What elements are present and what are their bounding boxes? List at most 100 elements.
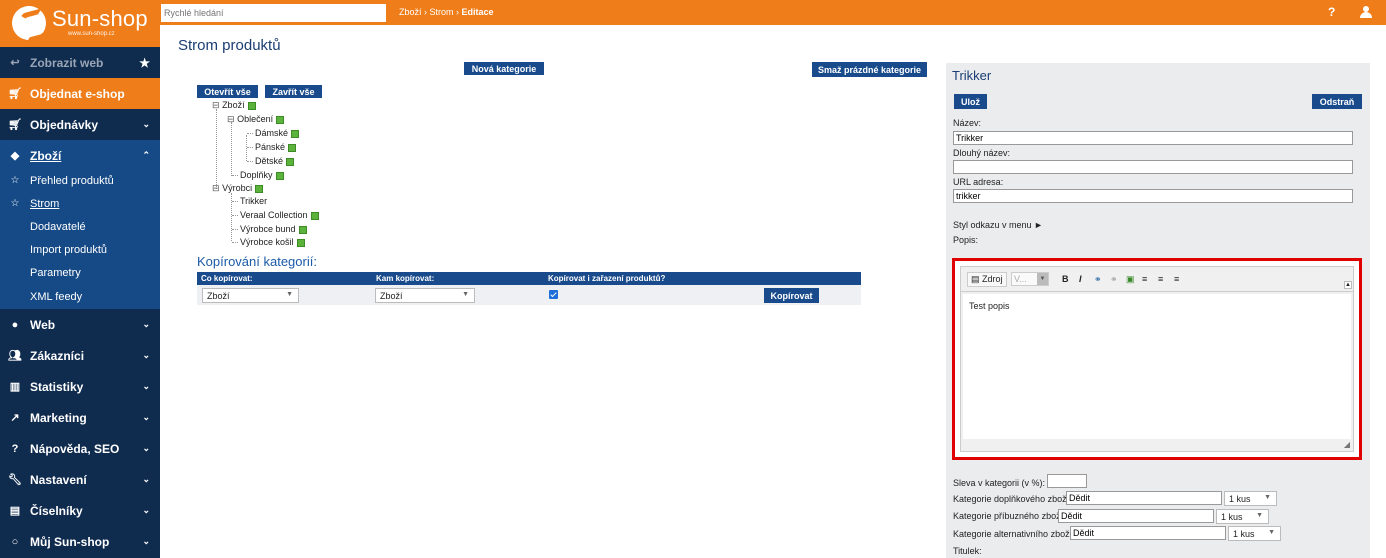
edit-icon[interactable]	[247, 101, 256, 110]
editor-content[interactable]: Test popis	[963, 294, 1351, 439]
sidebar-item-muj-sun-shop[interactable]: ○ Můj Sun-shop ⌄	[0, 526, 160, 557]
edit-icon[interactable]	[291, 129, 300, 138]
sidebar-item-statistiky[interactable]: ▥ Statistiky ⌄	[0, 371, 160, 402]
breadcrumb-strom[interactable]: Strom	[430, 7, 454, 17]
open-all-button[interactable]: Otevřít vše	[197, 85, 258, 98]
tree-item-vyrobce-bund[interactable]: Výrobce bund	[240, 224, 307, 234]
alternative-qty-select[interactable]: 1 kus ▼	[1228, 526, 1281, 541]
save-button[interactable]: Ulož	[954, 94, 987, 109]
related-qty-select[interactable]: 1 kus ▼	[1216, 509, 1269, 524]
sidebar-item-objednavky[interactable]: 🛒︎ Objednávky ⌄	[0, 109, 160, 140]
accessory-category-field[interactable]	[1066, 491, 1222, 505]
collapse-icon[interactable]: ⊟	[212, 100, 220, 110]
copy-button[interactable]: Kopírovat	[764, 288, 819, 303]
chevron-down-icon: ⌄	[142, 474, 150, 484]
close-all-button[interactable]: Zavřít vše	[265, 85, 322, 98]
tree-item-obleceni[interactable]: ⊟ Oblečení	[227, 114, 285, 125]
submenu-prehled-produktu[interactable]: ☆ Přehled produktů	[0, 169, 160, 192]
related-category-field[interactable]	[1058, 509, 1214, 523]
edit-icon[interactable]	[296, 238, 305, 247]
sidebar-item-marketing[interactable]: ↗ Marketing ⌄	[0, 402, 160, 433]
resize-handle-icon[interactable]: ◢	[1344, 440, 1350, 449]
tree-item-trikker[interactable]: Trikker	[240, 196, 267, 206]
long-name-field[interactable]	[953, 160, 1353, 174]
users-icon: 👥︎	[8, 350, 22, 362]
tree-item-detske[interactable]: Dětské	[255, 156, 295, 166]
quick-search-input[interactable]	[161, 4, 386, 22]
delete-empty-categories-button[interactable]: Smaž prázdné kategorie	[812, 62, 927, 77]
bold-button[interactable]: B	[1062, 274, 1069, 284]
edit-icon[interactable]	[288, 143, 297, 152]
cart-icon: 🛒︎	[8, 88, 22, 100]
sidebar-item-web[interactable]: ● Web ⌄	[0, 309, 160, 340]
copy-from-select[interactable]: Zboží ▼	[202, 288, 299, 303]
collapse-icon[interactable]: ⊟	[227, 114, 235, 124]
breadcrumb-zbozi[interactable]: Zboží	[399, 7, 422, 17]
tree-item-vyrobce-kosil[interactable]: Výrobce košil	[240, 237, 305, 247]
edit-icon[interactable]	[298, 225, 307, 234]
submenu-xml-feedy[interactable]: XML feedy	[0, 284, 160, 309]
page-title: Strom produktů	[178, 37, 281, 54]
col-include: Kopírovat i zařazení produktů?	[548, 274, 666, 283]
sidebar-item-nastaveni[interactable]: 🔧︎ Nastavení ⌄	[0, 464, 160, 495]
rich-text-editor: ▤ Zdroj V... ▼ B I ⚭ ⚭ ▣ ≡ ≡ ≡ ▲ Test pop…	[960, 266, 1354, 452]
sidebar-item-napoveda-seo[interactable]: ? Nápověda, SEO ⌄	[0, 433, 160, 464]
url-field[interactable]	[953, 189, 1353, 203]
copy-section-title: Kopírování kategorií:	[197, 254, 317, 269]
tree-item-zbozi[interactable]: ⊟ Zboží	[212, 100, 256, 111]
name-field[interactable]	[953, 131, 1353, 145]
chevron-down-icon: ⌄	[142, 319, 150, 329]
long-name-label: Dlouhý název:	[953, 148, 1011, 158]
tree-item-panske[interactable]: Pánské	[255, 142, 297, 152]
sidebar-item-zbozi[interactable]: ◆ Zboží ⌃	[0, 140, 160, 171]
style-select[interactable]: V... ▼	[1011, 272, 1049, 286]
sidebar-item-zobrazit-web[interactable]: ↩ Zobrazit web ★	[0, 47, 160, 78]
tree-item-vyrobci[interactable]: ⊟ Výrobci	[212, 183, 264, 194]
collapse-toolbar-icon[interactable]: ▲	[1344, 281, 1352, 289]
copy-to-select[interactable]: Zboží ▼	[375, 288, 475, 303]
accessory-qty-select[interactable]: 1 kus ▼	[1224, 491, 1277, 506]
align-left-icon[interactable]: ≡	[1142, 274, 1147, 284]
image-icon[interactable]: ▣	[1126, 274, 1135, 285]
globe-icon: ●	[11, 318, 19, 331]
link-icon[interactable]: ⚭	[1094, 274, 1102, 285]
unlink-icon[interactable]: ⚭	[1110, 274, 1118, 285]
tree-item-veraal-collection[interactable]: Veraal Collection	[240, 210, 319, 220]
source-button[interactable]: ▤ Zdroj	[967, 272, 1007, 287]
breadcrumb: Zboží › Strom › Editace	[399, 7, 494, 17]
submenu-parametry[interactable]: Parametry	[0, 261, 160, 284]
submenu-dodavatele[interactable]: Dodavatelé	[0, 215, 160, 238]
line-chart-icon: ↗	[10, 412, 20, 424]
edit-icon[interactable]	[275, 171, 284, 180]
sidebar-item-ciselniky[interactable]: ▤ Číselníky ⌄	[0, 495, 160, 526]
delete-button[interactable]: Odstraň	[1312, 94, 1362, 109]
sun-shop-logo-icon	[8, 2, 50, 44]
italic-button[interactable]: I	[1079, 274, 1082, 284]
sidebar-item-objednat-eshop[interactable]: 🛒︎ Objednat e-shop	[0, 78, 160, 109]
align-right-icon[interactable]: ≡	[1174, 274, 1179, 284]
link-style-toggle[interactable]: Styl odkazu v menu ►	[953, 220, 1043, 230]
copy-include-checkbox[interactable]	[549, 290, 558, 299]
submenu-import-produktu[interactable]: Import produktů	[0, 238, 160, 261]
edit-icon[interactable]	[276, 115, 285, 124]
dropdown-arrow-icon: ▼	[1264, 494, 1271, 501]
collapse-icon[interactable]: ⊟	[212, 183, 220, 193]
align-center-icon[interactable]: ≡	[1158, 274, 1163, 284]
edit-icon[interactable]	[310, 211, 319, 220]
logo[interactable]: Sun-shop www.sun-shop.cz	[0, 0, 160, 47]
edit-icon[interactable]	[255, 184, 264, 193]
help-icon[interactable]: ?	[1328, 5, 1335, 19]
related-category-label: Kategorie příbuzného zboží:	[953, 511, 1066, 521]
edit-icon[interactable]	[286, 157, 295, 166]
submenu-strom[interactable]: ☆ Strom	[0, 192, 160, 215]
new-category-button[interactable]: Nová kategorie	[464, 62, 544, 75]
tree-item-damske[interactable]: Dámské	[255, 128, 300, 138]
copy-table: Co kopírovat: Kam kopírovat: Kopírovat i…	[197, 272, 861, 305]
star-icon[interactable]: ★	[139, 56, 150, 70]
user-icon[interactable]	[1360, 6, 1372, 18]
panel-title: Trikker	[952, 68, 992, 83]
alternative-category-field[interactable]	[1070, 526, 1226, 540]
sidebar-item-zakaznici[interactable]: 👥︎ Zákazníci ⌄	[0, 340, 160, 371]
tree-item-doplnky[interactable]: Doplňky	[240, 170, 284, 180]
discount-field[interactable]	[1047, 474, 1087, 488]
